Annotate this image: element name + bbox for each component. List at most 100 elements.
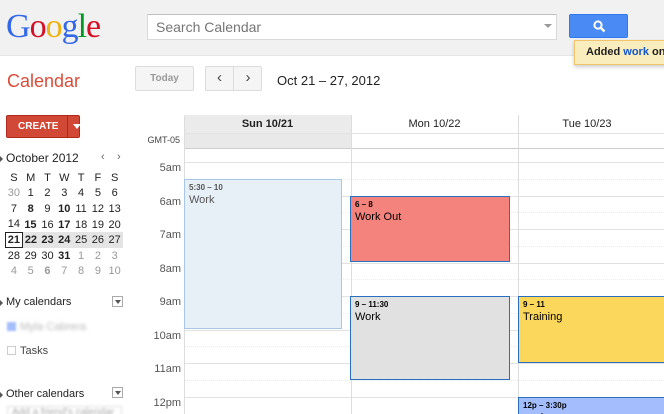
event-added-notice: Added work on Tue: [574, 40, 664, 65]
mini-day[interactable]: 2: [39, 186, 56, 202]
create-label: CREATE: [18, 121, 59, 132]
mini-day[interactable]: 2: [89, 248, 106, 264]
mini-day[interactable]: 29: [22, 248, 39, 264]
event-title: Work Out: [355, 211, 402, 223]
allday-cell[interactable]: [184, 133, 351, 148]
hour-label: 8am: [159, 263, 181, 275]
other-calendars-menu-icon[interactable]: [112, 387, 123, 398]
mini-day[interactable]: 28: [6, 248, 23, 264]
mini-day[interactable]: 3: [106, 248, 123, 264]
mini-day[interactable]: 7: [6, 201, 23, 217]
prev-week-button[interactable]: ‹: [206, 67, 234, 90]
mini-prev-month-icon[interactable]: ‹: [101, 151, 105, 163]
notice-prefix: Added: [586, 46, 624, 58]
dow-label: S: [10, 171, 18, 184]
mini-day[interactable]: 12: [89, 201, 106, 217]
event-time: 9 – 11:30: [355, 300, 389, 309]
mini-calendar-month[interactable]: October 2012: [0, 151, 79, 165]
mini-day-selected[interactable]: 21: [5, 231, 23, 249]
hour-label: 10am: [153, 330, 181, 342]
grid-half-line: [184, 380, 664, 381]
event-block[interactable]: 9 – 11 Training: [518, 296, 664, 363]
event-block[interactable]: 6 – 8 Work Out: [350, 196, 510, 262]
create-dropdown-icon[interactable]: [73, 124, 81, 129]
hour-label: 9am: [159, 296, 181, 308]
mini-day[interactable]: 4: [6, 264, 23, 280]
day-header-sun[interactable]: Sun 10/21: [184, 115, 351, 133]
other-calendars-heading[interactable]: Other calendars: [0, 388, 84, 400]
mini-day[interactable]: 19: [89, 217, 106, 233]
day-header-mon[interactable]: Mon 10/22: [351, 115, 518, 133]
date-range: Oct 21 – 27, 2012: [277, 73, 381, 88]
top-bar: Google: [0, 0, 664, 56]
mini-day[interactable]: 10: [56, 201, 73, 217]
mini-day[interactable]: 11: [73, 201, 90, 217]
search-button[interactable]: [569, 14, 628, 38]
mini-day[interactable]: 14: [6, 217, 23, 233]
create-button[interactable]: CREATE: [6, 115, 81, 138]
mini-day[interactable]: 27: [106, 232, 124, 248]
logo-letter: e: [86, 8, 101, 45]
search-input[interactable]: [148, 15, 538, 39]
mini-day[interactable]: 25: [72, 232, 90, 248]
day-header-tue[interactable]: Tue 10/23: [518, 115, 664, 133]
mini-day[interactable]: 23: [39, 232, 56, 248]
mini-day[interactable]: 17: [56, 217, 73, 233]
hour-label: 7am: [159, 229, 181, 241]
calendar-checkbox[interactable]: [7, 346, 16, 355]
mini-day[interactable]: 3: [56, 186, 73, 202]
search-options-icon[interactable]: [544, 24, 552, 28]
mini-day[interactable]: 8: [22, 201, 39, 217]
calendar-color-swatch[interactable]: [7, 322, 16, 331]
today-button[interactable]: Today: [135, 66, 194, 91]
mini-day[interactable]: 9: [39, 201, 56, 217]
mini-next-month-icon[interactable]: ›: [117, 151, 121, 163]
dow-label: W: [59, 171, 70, 184]
event-time: 12p – 3:30p: [523, 401, 567, 410]
mini-calendar-header: October 2012 ‹ ›: [0, 151, 130, 165]
mini-day[interactable]: 15: [22, 217, 39, 233]
logo-letter: o: [45, 8, 63, 45]
mini-day[interactable]: 6: [39, 264, 56, 280]
mini-day[interactable]: 13: [106, 201, 123, 217]
event-block[interactable]: 12p – 3:30p work: [518, 397, 664, 414]
mini-day[interactable]: 9: [89, 264, 106, 280]
next-week-button[interactable]: ›: [234, 67, 262, 90]
mini-day[interactable]: 31: [56, 248, 73, 264]
mini-day[interactable]: 5: [22, 264, 39, 280]
my-calendars-menu-icon[interactable]: [112, 296, 123, 307]
my-calendars-heading[interactable]: My calendars: [0, 296, 71, 308]
logo-letter: G: [6, 8, 31, 45]
mini-day[interactable]: 30: [39, 248, 56, 264]
mini-day[interactable]: 1: [73, 248, 90, 264]
mini-day[interactable]: 22: [22, 232, 40, 248]
app-title[interactable]: Calendar: [7, 71, 80, 92]
mini-day[interactable]: 4: [73, 186, 90, 202]
event-block[interactable]: 9 – 11:30 Work: [350, 296, 510, 380]
chevron-right-icon: ›: [245, 69, 251, 86]
mini-day[interactable]: 5: [89, 186, 106, 202]
mini-day[interactable]: 30: [6, 186, 23, 202]
grid-line: [184, 148, 664, 149]
notice-link[interactable]: work: [623, 46, 649, 58]
logo-letter: l: [77, 8, 88, 45]
dow-label: M: [26, 171, 36, 184]
event-block[interactable]: 5:30 – 10 Work: [184, 179, 342, 329]
google-logo[interactable]: Google: [6, 8, 101, 45]
event-time: 6 – 8: [355, 200, 373, 209]
mini-day[interactable]: 10: [106, 264, 123, 280]
mini-day[interactable]: 7: [56, 264, 73, 280]
mini-day[interactable]: 26: [89, 232, 107, 248]
mini-day[interactable]: 6: [106, 186, 123, 202]
add-friend-input[interactable]: Add a friend's calendar: [7, 406, 122, 414]
logo-letter: o: [29, 8, 47, 45]
mini-day[interactable]: 18: [73, 217, 90, 233]
mini-day[interactable]: 8: [73, 264, 90, 280]
allday-cell[interactable]: [351, 133, 664, 148]
event-title: Work: [355, 311, 381, 323]
mini-day[interactable]: 1: [22, 186, 39, 202]
mini-day[interactable]: 16: [39, 217, 56, 233]
mini-day[interactable]: 24: [55, 232, 73, 248]
grid-line: [184, 162, 664, 163]
mini-day[interactable]: 20: [106, 217, 123, 233]
